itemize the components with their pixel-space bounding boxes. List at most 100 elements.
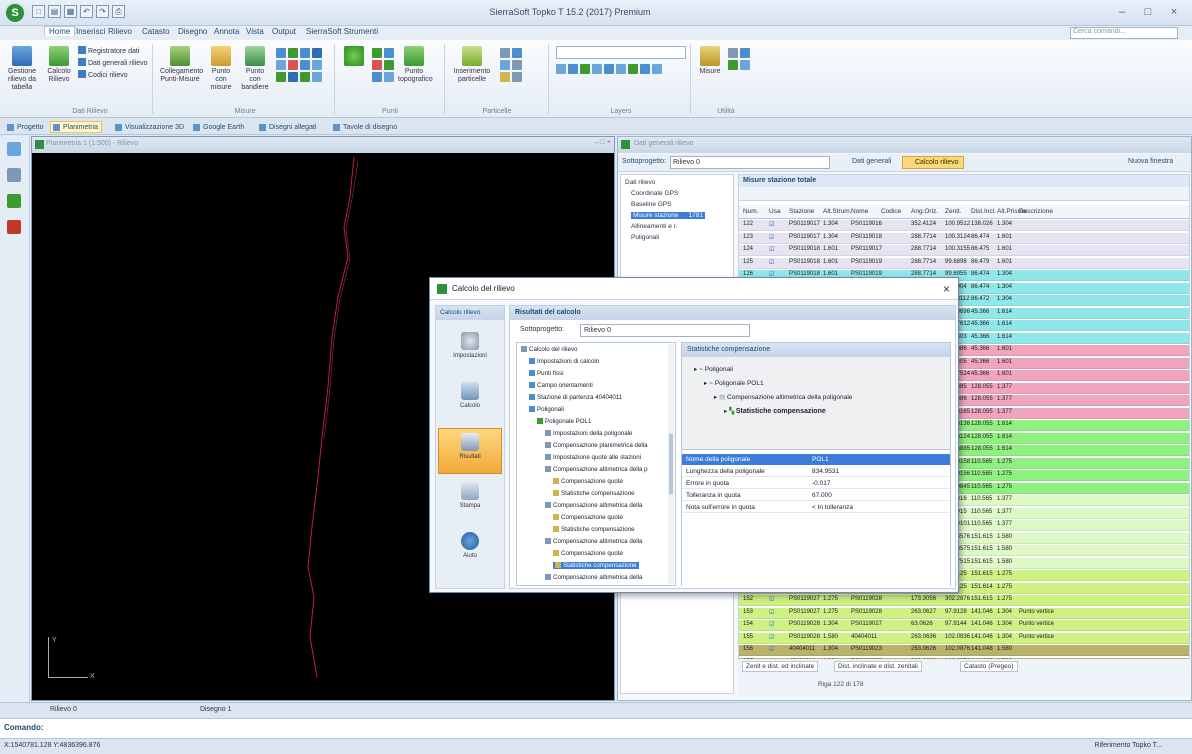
tab-3d[interactable]: Visualizzazione 3D bbox=[112, 121, 188, 133]
maximize-button[interactable]: □ bbox=[1136, 4, 1160, 20]
table-row[interactable]: 156 ☑ 40404011 1.304 PS0119023 263.0626 102.08… bbox=[739, 645, 1189, 656]
column-header[interactable]: Alt.Strum. bbox=[823, 208, 852, 215]
layer-label[interactable]: Rilievo 0 bbox=[50, 706, 77, 713]
open-icon[interactable]: ▤ bbox=[48, 5, 61, 18]
tool-icon[interactable] bbox=[616, 64, 626, 74]
tree-node[interactable]: Compensazione quote bbox=[553, 550, 623, 557]
tree-node[interactable]: Compensazione planimetrica della bbox=[545, 442, 648, 449]
gestione-rilievo-button[interactable]: Gestione rilievo da tabella bbox=[4, 46, 40, 92]
collegamento-button[interactable]: Collegamento Punti-Misure bbox=[160, 46, 203, 84]
tool-icon[interactable] bbox=[652, 64, 662, 74]
tab-zenit[interactable]: Zenit e dist. ed inclinate bbox=[742, 661, 819, 672]
tab-home[interactable]: Home bbox=[44, 26, 76, 36]
tree-node[interactable]: Compensazione altimetrica della bbox=[545, 574, 642, 581]
tree-node[interactable]: Compensazione altimetrica della bbox=[545, 538, 642, 545]
table-row[interactable]: 153 ☑ PS0119027 1.275 PS0119028 263.0627 97.91… bbox=[739, 607, 1189, 619]
tool-icon[interactable] bbox=[276, 48, 286, 58]
tree-node[interactable]: Compensazione altimetrica della p bbox=[545, 466, 648, 473]
column-header[interactable]: Dist.Incl. bbox=[971, 208, 996, 215]
table-row[interactable]: 122 ☑ PS0119017 1.304 PS0119016 352.4124 100.9… bbox=[739, 220, 1189, 231]
tree-item[interactable]: Misure stazione 1781 bbox=[631, 212, 705, 219]
tree-node[interactable]: Statistiche compensazione bbox=[553, 562, 639, 569]
tool-icon[interactable] bbox=[288, 72, 298, 82]
tool-icon[interactable] bbox=[384, 48, 394, 58]
breadcrumb-poligonale[interactable]: ▸ ⌁ Poligonale POL1 bbox=[704, 379, 764, 387]
tab-output[interactable]: Output bbox=[272, 27, 296, 36]
tree-node[interactable]: Stazione di partenza 40404011 bbox=[529, 394, 622, 401]
punto-bandiere-button[interactable]: Punto con bandiere bbox=[240, 46, 270, 92]
tool-icon[interactable] bbox=[500, 72, 510, 82]
minimize-button[interactable]: – bbox=[1110, 4, 1134, 20]
tree-node[interactable]: Punti fissi bbox=[529, 370, 563, 377]
tool-icon[interactable] bbox=[592, 64, 602, 74]
tree-node[interactable]: Compensazione quote bbox=[553, 478, 623, 485]
command-line[interactable]: Comando: bbox=[0, 718, 1192, 738]
tab-rilievo[interactable]: Rilievo bbox=[108, 27, 132, 36]
redo-icon[interactable]: ↷ bbox=[96, 5, 109, 18]
tool-icon[interactable] bbox=[312, 48, 322, 58]
tool-icon[interactable] bbox=[556, 64, 566, 74]
app-logo-icon[interactable]: S bbox=[4, 2, 26, 24]
tab-catasto[interactable]: Catasto bbox=[142, 27, 170, 36]
tool-icon[interactable] bbox=[740, 48, 750, 58]
table-row[interactable]: 152 ☑ PS0119027 1.275 PS0119028 173.3056 302.2… bbox=[739, 595, 1189, 606]
new-window-button[interactable]: Nuova finestra bbox=[1128, 158, 1173, 165]
tool-icon[interactable] bbox=[512, 72, 522, 82]
checkbox-icon[interactable]: ☑ bbox=[769, 646, 774, 653]
tool-icon[interactable] bbox=[500, 48, 510, 58]
column-header[interactable]: Usa bbox=[769, 208, 781, 215]
table-row[interactable]: 125 ☑ PS0119018 1.601 PS0119019 288.7714 99.68… bbox=[739, 257, 1189, 269]
calcolo-rilievo-button[interactable]: Calcolo Rilievo bbox=[44, 46, 74, 84]
tree-node[interactable]: Impostazioni di calcolo bbox=[529, 358, 599, 365]
checkbox-icon[interactable]: ☑ bbox=[769, 621, 774, 628]
dialog-close-icon[interactable]: × bbox=[943, 282, 950, 296]
registratore-dati-item[interactable]: Registratore dati bbox=[78, 46, 139, 56]
table-row[interactable]: 124 ☑ PS0119018 1.601 PS0119017 288.7714 100.3… bbox=[739, 245, 1189, 256]
filter-icon[interactable] bbox=[7, 194, 21, 208]
command-search-input[interactable]: Cerca comandi... bbox=[1070, 27, 1178, 39]
tool-icon[interactable] bbox=[312, 60, 322, 70]
tool-icon[interactable] bbox=[500, 60, 510, 70]
codici-rilievo-item[interactable]: Codici rilievo bbox=[78, 70, 128, 80]
tree-node[interactable]: Statistiche compensazione bbox=[553, 526, 635, 533]
inserimento-particelle-button[interactable]: Inserimento particelle bbox=[452, 46, 492, 84]
tool-icon[interactable] bbox=[276, 60, 286, 70]
tool-icon[interactable] bbox=[384, 60, 394, 70]
table-row[interactable]: 154 ☑ PS0119028 1.304 PS0119027 63.0626 97.914… bbox=[739, 620, 1189, 631]
nav-calcolo[interactable]: Calcolo bbox=[438, 378, 502, 424]
tree-item[interactable]: Poligonali bbox=[631, 234, 659, 241]
column-header[interactable]: Num. bbox=[743, 208, 759, 215]
breadcrumb-statistiche[interactable]: ▸ ▚ Statistiche compensazione bbox=[724, 407, 826, 415]
column-header[interactable]: Descrizione bbox=[1019, 208, 1053, 215]
undo-icon[interactable]: ↶ bbox=[80, 5, 93, 18]
tree-node[interactable]: Impostazioni della poligonale bbox=[545, 430, 632, 437]
tree-scrollbar[interactable] bbox=[668, 344, 674, 584]
tab-tavole[interactable]: Tavole di disegno bbox=[330, 121, 401, 133]
tree-node[interactable]: Poligonale POL1 bbox=[537, 418, 591, 425]
add-point-button[interactable] bbox=[342, 46, 366, 68]
tab-catasto-pregeo[interactable]: Catasto (Pregeo) bbox=[960, 661, 1018, 672]
tool-icon[interactable] bbox=[740, 60, 750, 70]
tool-icon[interactable] bbox=[312, 72, 322, 82]
breadcrumb-poligonali[interactable]: ▸ ⌁ Poligonali bbox=[694, 365, 733, 373]
properties-icon[interactable] bbox=[7, 168, 21, 182]
checkbox-icon[interactable]: ☑ bbox=[769, 609, 774, 616]
checkbox-icon[interactable]: ☑ bbox=[769, 259, 774, 266]
tree-node[interactable]: Impostazione quote alle stazioni bbox=[545, 454, 641, 461]
tree-item[interactable]: Coordinate GPS bbox=[631, 190, 678, 197]
print-icon[interactable]: ⎙ bbox=[112, 5, 125, 18]
dati-generali-item[interactable]: Dati generali rilievo bbox=[78, 58, 148, 68]
tab-google-earth[interactable]: Google Earth bbox=[190, 121, 248, 133]
drawing-label[interactable]: Disegno 1 bbox=[200, 706, 232, 713]
tab-inserisci[interactable]: Inserisci bbox=[76, 27, 105, 36]
column-header[interactable]: Nome bbox=[851, 208, 868, 215]
tab-progetto[interactable]: Progetto bbox=[4, 121, 47, 133]
misure-button[interactable]: Misure bbox=[698, 46, 722, 76]
dialog-subproject-select[interactable]: Rilievo 0 bbox=[580, 324, 750, 337]
tool-icon[interactable] bbox=[372, 60, 382, 70]
tree-node[interactable]: Compensazione quote bbox=[553, 514, 623, 521]
table-row[interactable]: 123 ☑ PS0119017 1.304 PS0119018 288.7714 100.3… bbox=[739, 232, 1189, 244]
checkbox-icon[interactable]: ☑ bbox=[769, 634, 774, 641]
general-data-button[interactable]: Dati generali bbox=[842, 158, 891, 165]
column-header[interactable]: Zenit. bbox=[945, 208, 961, 215]
